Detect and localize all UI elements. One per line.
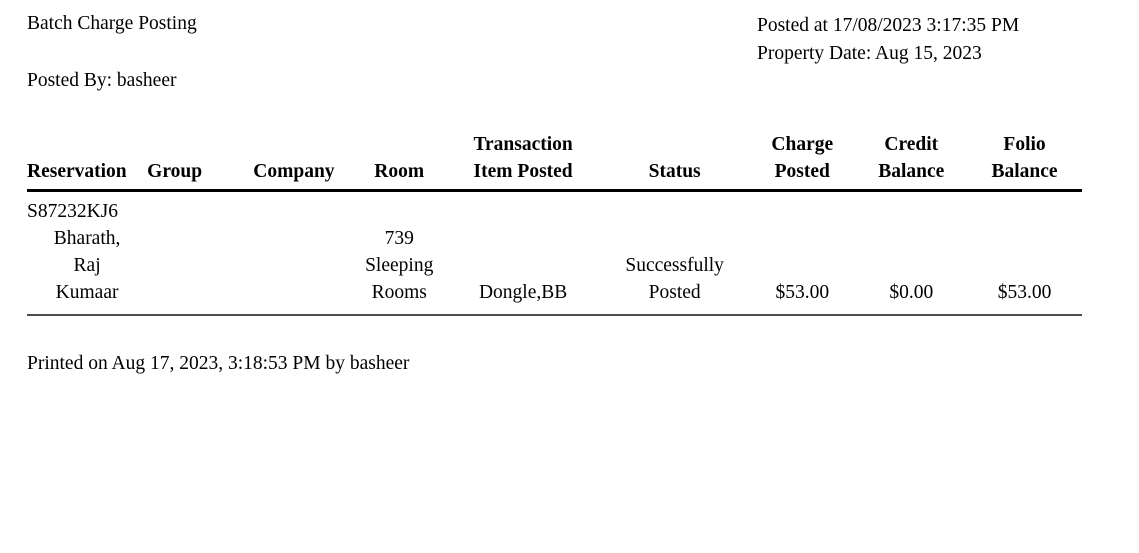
column-header-charge-posted-line2: Posted <box>774 161 830 182</box>
cell-charge-posted: $53.00 <box>749 190 856 316</box>
cell-status-line2: Posted <box>648 282 701 303</box>
column-header-folio-balance-line1: Folio <box>1003 134 1046 155</box>
cell-room-line1: 739 <box>384 228 414 249</box>
column-header-folio-balance: Folio Balance <box>967 131 1082 192</box>
column-header-status: Status <box>600 131 750 192</box>
column-header-transaction-item-posted: Transaction Item Posted <box>446 131 601 192</box>
cell-company <box>235 190 353 316</box>
property-date-text: Property Date: Aug 15, 2023 <box>757 43 982 64</box>
document-header: Batch Charge Posting Posted By: basheer … <box>27 10 1083 115</box>
batch-charge-posting-table: Reservation Group Company Room Transacti… <box>27 131 1082 316</box>
column-header-transaction-item-posted-line2: Item Posted <box>473 161 573 182</box>
cell-transaction-item-posted: Dongle,BB <box>446 190 601 316</box>
cell-room-line3: Rooms <box>371 282 427 303</box>
cell-reservation-line4: Kumaar <box>55 282 119 303</box>
report-page: Batch Charge Posting Posted By: basheer … <box>0 0 1139 553</box>
title-block: Batch Charge Posting <box>27 10 197 37</box>
table-header-row: Reservation Group Company Room Transacti… <box>27 131 1082 192</box>
document-footer: Printed on Aug 17, 2023, 3:18:53 PM by b… <box>27 353 410 374</box>
column-header-credit-balance-line1: Credit <box>884 134 939 155</box>
cell-group <box>147 190 236 316</box>
header-meta-block: Posted at 17/08/2023 3:17:35 PM Property… <box>757 12 1019 68</box>
cell-status-line1: Successfully <box>625 255 724 276</box>
cell-reservation-line1: S87232KJ6 <box>27 201 119 222</box>
cell-reservation-line3: Raj <box>73 255 101 276</box>
posted-at-text: Posted at 17/08/2023 3:17:35 PM <box>757 15 1020 36</box>
column-header-charge-posted-line1: Charge <box>771 134 834 155</box>
page-title: Batch Charge Posting <box>27 13 197 34</box>
column-header-company: Company <box>235 131 353 192</box>
cell-credit-balance: $0.00 <box>855 190 968 316</box>
column-header-credit-balance: Credit Balance <box>855 131 968 192</box>
column-header-credit-balance-line2: Balance <box>878 161 945 182</box>
column-header-group: Group <box>147 131 236 192</box>
column-header-folio-balance-line2: Balance <box>991 161 1058 182</box>
column-header-transaction-item-posted-line1: Transaction <box>473 134 573 155</box>
column-header-reservation: Reservation <box>27 131 148 192</box>
cell-reservation-line2: Bharath, <box>53 228 121 249</box>
column-header-charge-posted: Charge Posted <box>749 131 856 192</box>
table-row: S87232KJ6 Bharath, Raj Kumaar 739 Sleepi… <box>27 190 1082 316</box>
column-header-room: Room <box>352 131 446 192</box>
cell-status: Successfully Posted <box>600 190 750 316</box>
cell-room: 739 Sleeping Rooms <box>352 190 446 316</box>
cell-folio-balance: $53.00 <box>967 190 1082 316</box>
cell-room-line2: Sleeping <box>365 255 434 276</box>
cell-reservation: S87232KJ6 Bharath, Raj Kumaar <box>27 190 148 316</box>
posted-by-text: Posted By: basheer <box>27 70 177 91</box>
